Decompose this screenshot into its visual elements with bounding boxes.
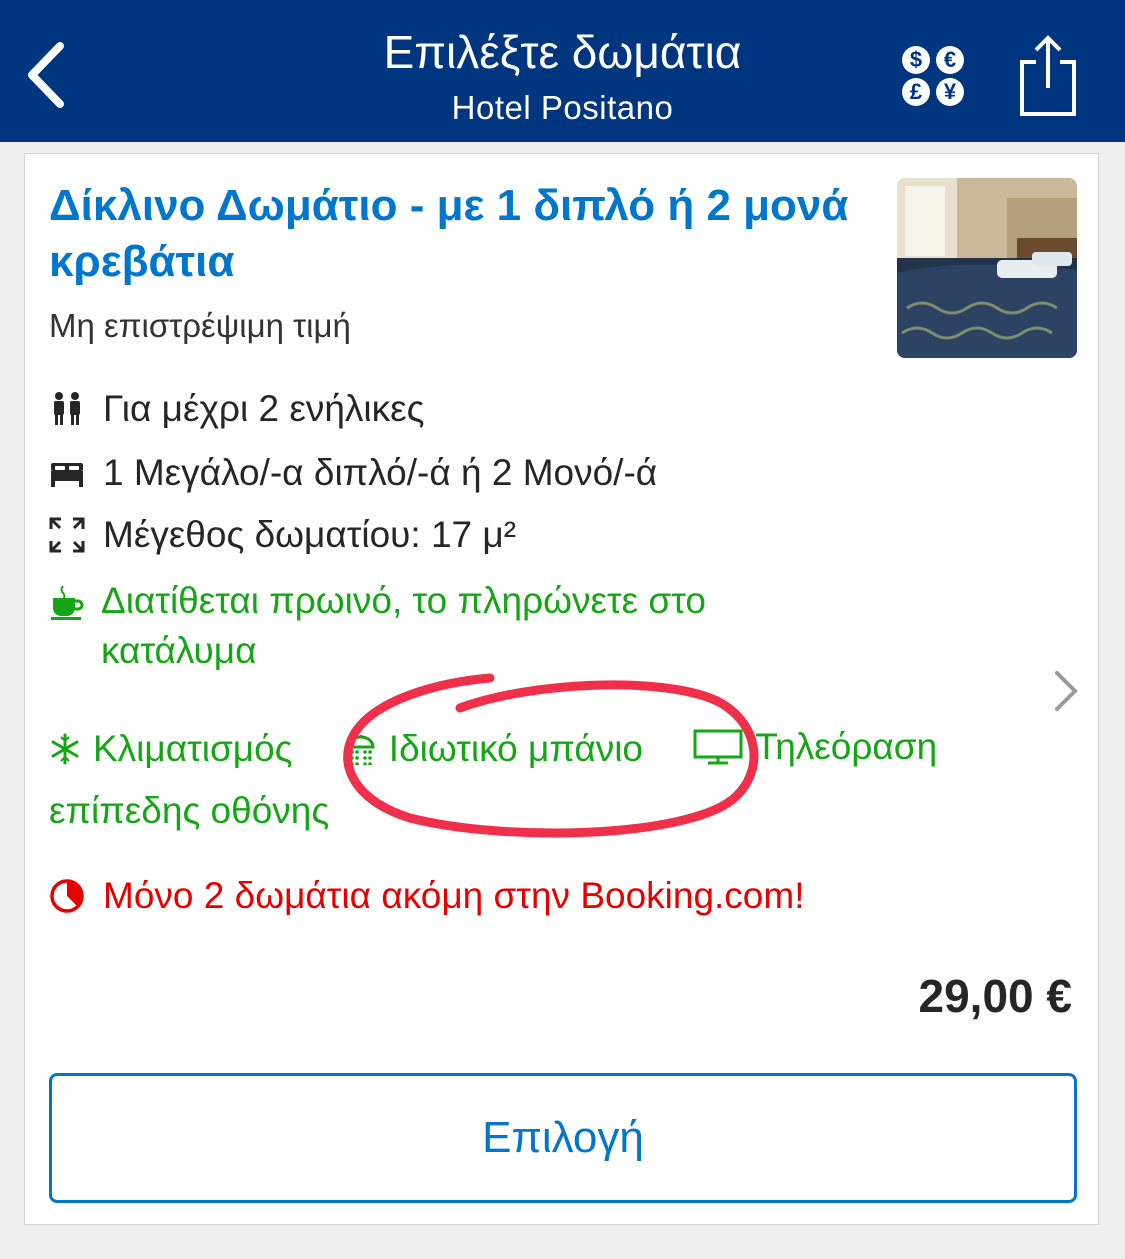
pound-symbol: £ <box>902 78 930 106</box>
snowflake-icon <box>51 733 79 765</box>
feature-size: Μέγεθος δωματίου: 17 μ² <box>49 512 516 558</box>
room-title[interactable]: Δίκλινο Δωμάτιο - με 1 διπλό ή 2 μονά κρ… <box>49 178 869 290</box>
amenity-text: Τηλεόραση <box>755 726 938 767</box>
shower-icon <box>347 735 375 765</box>
chevron-right-icon[interactable] <box>1051 669 1081 713</box>
room-size-icon <box>49 517 85 553</box>
coffee-cup-icon <box>51 585 84 620</box>
dollar-symbol: $ <box>902 46 930 74</box>
scarcity-text: Μόνο 2 δωμάτια ακόμη στην Booking.com! <box>103 875 805 916</box>
room-photo[interactable] <box>897 178 1077 358</box>
feature-text: 1 Μεγάλο/-α διπλό/-ά ή 2 Μονό/-ά <box>103 452 658 493</box>
amenity-text: Κλιματισμός <box>93 728 293 769</box>
app-header: Επιλέξτε δωμάτια Hotel Positano $ € £ ¥ <box>0 0 1125 142</box>
clock-pie-icon <box>50 879 84 913</box>
amenity-tv-continued: επίπεδης οθόνης <box>49 790 330 831</box>
select-button[interactable]: Επιλογή <box>49 1073 1077 1203</box>
share-icon[interactable] <box>1016 32 1080 118</box>
feature-text: Για μέχρι 2 ενήλικες <box>103 388 425 429</box>
yen-symbol: ¥ <box>936 78 964 106</box>
amenity-tv: Τηλεόραση <box>693 722 937 772</box>
feature-text: Μέγεθος δωματίου: 17 μ² <box>103 514 517 555</box>
amenities-list: Κλιματισμός Ιδιωτικό μπάνιο Τηλεόραση <box>49 722 965 778</box>
price-policy: Μη επιστρέψιμη τιμή <box>49 307 351 344</box>
breakfast-text: Διατίθεται πρωινό, το πληρώνετε στο κατά… <box>101 580 706 671</box>
amenity-text: Ιδιωτικό μπάνιο <box>388 728 644 769</box>
room-card: Δίκλινο Δωμάτιο - με 1 διπλό ή 2 μονά κρ… <box>24 153 1099 1225</box>
euro-symbol: € <box>936 46 964 74</box>
feature-occupancy: Για μέχρι 2 ενήλικες <box>49 386 424 432</box>
scarcity-message: Μόνο 2 δωμάτια ακόμη στην Booking.com! <box>49 872 804 920</box>
breakfast-info: Διατίθεται πρωινό, το πληρώνετε στο κατά… <box>49 576 809 676</box>
people-icon <box>54 392 80 425</box>
room-price: 29,00 € <box>918 970 1072 1022</box>
amenity-air-conditioning: Κλιματισμός <box>49 724 293 774</box>
feature-beds: 1 Μεγάλο/-α διπλό/-ά ή 2 Μονό/-ά <box>49 450 657 496</box>
currency-icon[interactable]: $ € £ ¥ <box>900 44 968 108</box>
bed-icon <box>51 463 83 487</box>
amenity-private-bathroom: Ιδιωτικό μπάνιο <box>345 724 643 774</box>
tv-icon <box>693 729 743 765</box>
